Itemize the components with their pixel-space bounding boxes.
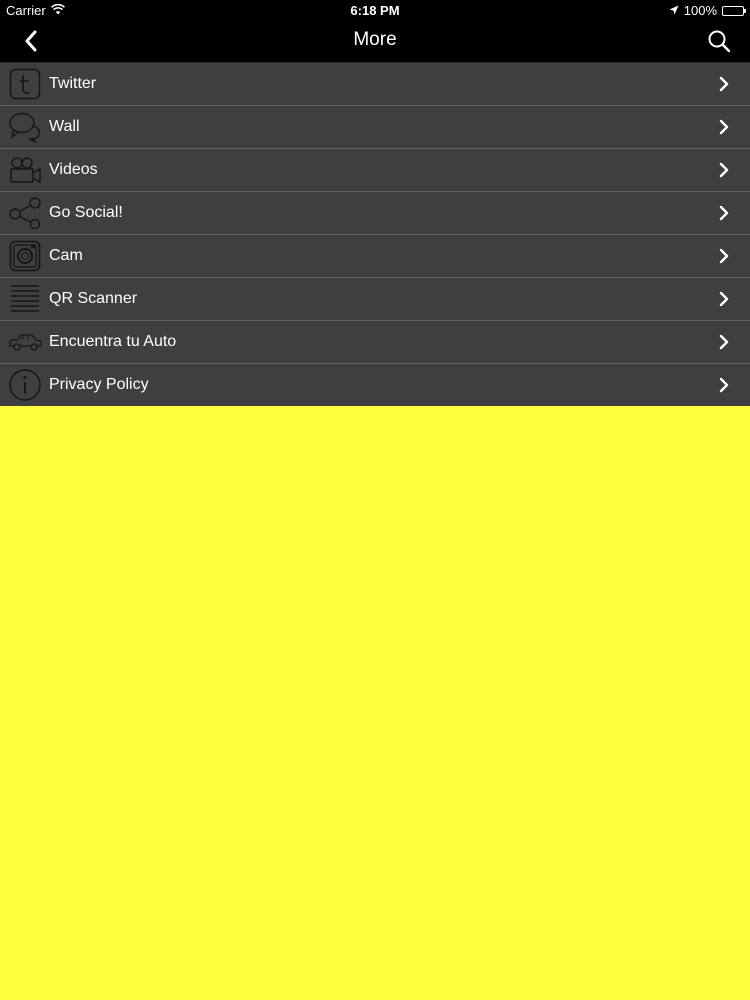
menu-item-label: Wall [49,118,80,135]
camera-icon [8,239,42,273]
menu-item-label: Go Social! [49,204,123,221]
menu-item-cam[interactable]: Cam [0,234,750,277]
menu-item-privacy-policy[interactable]: Privacy Policy [0,363,750,406]
menu-item-go-social[interactable]: Go Social! [0,191,750,234]
chevron-right-icon [716,76,732,92]
menu-item-label: Cam [49,247,83,264]
speech-bubbles-icon [8,110,42,144]
scanner-lines-icon [8,282,42,316]
menu-item-label: Privacy Policy [49,376,149,393]
status-bar: Carrier 6:18 PM 100% [0,0,750,20]
chevron-right-icon [716,119,732,135]
tumblr-t-icon [8,67,42,101]
menu-list: Twitter Wall Videos Go Social! Cam QR Sc… [0,62,750,406]
search-button[interactable] [702,26,736,56]
video-camera-icon [8,153,42,187]
menu-item-label: Encuentra tu Auto [49,333,177,350]
battery-icon [722,5,746,16]
search-icon [708,30,731,53]
menu-item-wall[interactable]: Wall [0,105,750,148]
menu-item-label: Twitter [49,75,97,92]
chevron-right-icon [716,205,732,221]
status-right: 100% [669,3,746,18]
status-time: 6:18 PM [350,3,400,18]
page-title: More [353,29,397,50]
menu-item-label: Videos [49,161,98,178]
menu-item-videos[interactable]: Videos [0,148,750,191]
screen: Carrier 6:18 PM 100% More Twitter Wall V… [0,0,750,1000]
menu-item-encuentra-tu-auto[interactable]: Encuentra tu Auto [0,320,750,363]
share-icon [8,196,42,230]
menu-item-twitter[interactable]: Twitter [0,62,750,105]
car-icon [8,325,42,359]
chevron-right-icon [716,248,732,264]
battery-percent: 100% [683,3,717,18]
navigation-bar: More [0,20,750,62]
info-icon [8,368,42,402]
chevron-right-icon [716,377,732,393]
chevron-right-icon [716,162,732,178]
menu-item-label: QR Scanner [49,290,138,307]
location-arrow-icon [669,3,679,18]
menu-item-qr-scanner[interactable]: QR Scanner [0,277,750,320]
chevron-right-icon [716,334,732,350]
chevron-right-icon [716,291,732,307]
